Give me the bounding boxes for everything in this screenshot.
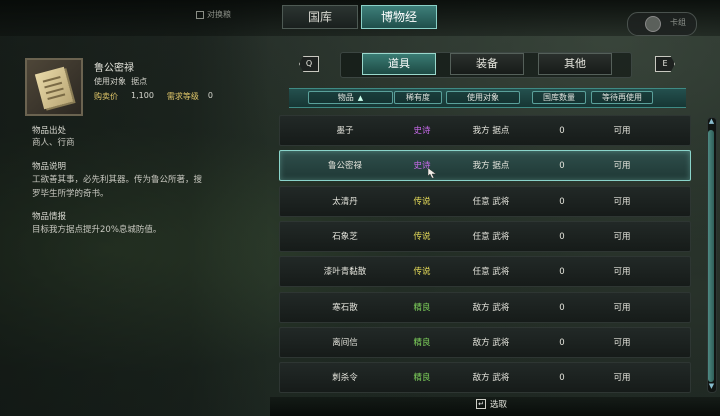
level-value: 0 xyxy=(207,91,213,100)
description-title: 物品说明 xyxy=(32,162,67,172)
description-line-2: 罗毕生所学的奇书。 xyxy=(32,189,109,199)
status-cell: 可用 xyxy=(613,197,631,207)
level-label: 需求等级 xyxy=(166,92,199,101)
status-cell: 可用 xyxy=(613,373,631,383)
status-cell: 可用 xyxy=(613,338,631,348)
top-left-label: 对换粮 xyxy=(196,9,231,20)
scrollbar-thumb[interactable] xyxy=(708,130,714,382)
tab-other[interactable]: 其他 xyxy=(538,53,612,75)
scroll-up-icon[interactable]: ▲ xyxy=(707,117,716,126)
status-cell: 可用 xyxy=(613,232,631,242)
tab-museum[interactable]: 博物经 xyxy=(361,5,437,29)
item-image xyxy=(25,58,83,116)
origin-title: 物品出处 xyxy=(32,126,67,136)
header-rarity[interactable]: 稀有度 xyxy=(394,91,442,104)
table-row[interactable]: 墨子 史诗 我方 据点 0 可用 xyxy=(279,115,691,146)
table-row[interactable]: 石象芝 传说 任意 武将 0 可用 xyxy=(279,221,691,252)
status-cell: 可用 xyxy=(613,161,631,171)
status-cell: 可用 xyxy=(613,126,631,136)
tab-items[interactable]: 道具 xyxy=(362,53,436,75)
top-left-label-text: 对换粮 xyxy=(207,10,231,19)
sort-icon: ▲ xyxy=(357,94,364,102)
status-cell: 可用 xyxy=(613,267,631,277)
info-title: 物品情报 xyxy=(32,212,67,222)
item-target-label: 使用对象 xyxy=(94,77,126,86)
header-cooldown[interactable]: 等待再使用 xyxy=(591,91,653,104)
status-cell: 可用 xyxy=(613,303,631,313)
item-name: 鲁公密禄 xyxy=(94,63,134,74)
main-tabs: 国库 博物经 xyxy=(282,5,440,29)
scroll-icon xyxy=(34,66,74,110)
top-right-label: 卡组 xyxy=(670,18,686,27)
scroll-down-icon[interactable]: ▼ xyxy=(707,382,716,391)
info-text: 目标我方据点提升20%息城防值。 xyxy=(32,225,162,235)
header-item[interactable]: 物品 ▲ xyxy=(308,91,393,104)
table-row[interactable]: 寒石散 精良 敌方 武将 0 可用 xyxy=(279,292,691,323)
table-row[interactable]: 太清丹 传说 任意 武将 0 可用 xyxy=(279,186,691,217)
top-right-button[interactable]: 卡组 xyxy=(627,12,697,36)
table-row[interactable]: 离间信 精良 敌方 武将 0 可用 xyxy=(279,327,691,358)
table-row[interactable]: 漆叶青黏散 传说 任意 武将 0 可用 xyxy=(279,256,691,287)
header-item-label: 物品 xyxy=(337,93,354,102)
origin-text: 商人、行商 xyxy=(32,138,75,148)
price-value: 1,100 xyxy=(131,91,154,100)
price-label: 购卖价 xyxy=(94,92,118,101)
tab-equipment[interactable]: 装备 xyxy=(450,53,524,75)
enter-key-icon: ↵ xyxy=(476,399,486,409)
header-quantity[interactable]: 国库数量 xyxy=(532,91,586,104)
header-target[interactable]: 使用对象 xyxy=(446,91,520,104)
cursor-icon xyxy=(428,168,436,178)
select-button[interactable]: 选取 xyxy=(490,398,507,410)
table-row[interactable]: 鲁公密禄 史诗 我方 据点 0 可用 xyxy=(279,150,691,181)
description-line-1: 工欲善其事，必先利其器。传为鲁公所著，搜 xyxy=(32,175,203,185)
square-icon xyxy=(196,10,204,19)
item-target-value: 据点 xyxy=(131,77,148,86)
tab-treasury[interactable]: 国库 xyxy=(282,5,358,29)
price-row: 购卖价 1,100 需求等级 0 xyxy=(94,91,226,102)
button-prompt-icon xyxy=(645,16,661,32)
table-row[interactable]: 刺杀令 精良 敌方 武将 0 可用 xyxy=(279,362,691,393)
item-target-line: 使用对象 据点 xyxy=(94,76,147,87)
